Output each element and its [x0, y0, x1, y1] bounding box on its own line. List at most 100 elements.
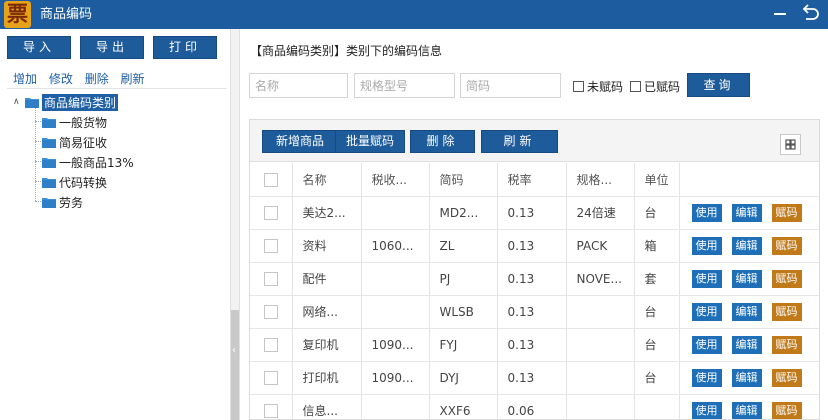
column-header-name[interactable]: 名称: [292, 163, 362, 197]
assigned-checkbox[interactable]: 已赋码: [630, 78, 680, 95]
use-button[interactable]: 使用: [691, 203, 722, 222]
use-button[interactable]: 使用: [691, 401, 722, 419]
checkbox-box[interactable]: [630, 81, 641, 92]
row-select-cell[interactable]: [250, 328, 293, 362]
tree-node-general-goods[interactable]: 一般货物: [42, 113, 107, 131]
assign-code-button[interactable]: 赋码: [771, 368, 802, 387]
assign-code-button[interactable]: 赋码: [771, 302, 802, 321]
tree-node-general-13[interactable]: 一般商品13%: [42, 153, 134, 171]
edit-button[interactable]: 编辑: [731, 236, 762, 255]
tree-node-labor[interactable]: 劳务: [42, 193, 83, 211]
add-goods-button[interactable]: 新增商品: [262, 130, 338, 153]
table-row[interactable]: 美达2... MD2... 0.13 24倍速 台 使用 编辑 赋码: [250, 196, 819, 230]
edit-button[interactable]: 编辑: [731, 302, 762, 321]
cell-shortcode: XXF6: [429, 394, 498, 419]
row-checkbox[interactable]: [263, 403, 278, 418]
select-all-cell[interactable]: [250, 163, 293, 197]
edit-button[interactable]: 编辑: [731, 335, 762, 354]
column-header-tax-code[interactable]: 税收...: [361, 163, 430, 197]
table-row[interactable]: 网络... WLSB 0.13 台 使用 编辑 赋码: [250, 295, 819, 329]
row-select-cell[interactable]: [250, 295, 293, 329]
minimize-icon[interactable]: [774, 13, 786, 15]
refresh-category-link[interactable]: 刷新: [121, 72, 145, 86]
delete-button[interactable]: 删除: [410, 130, 475, 153]
query-button[interactable]: 查询: [687, 73, 750, 97]
row-select-cell[interactable]: [250, 196, 293, 230]
table-row[interactable]: 信息... XXF6 0.06 使用 编辑 赋码: [250, 394, 819, 419]
table-row[interactable]: 复印机 1090... FYJ 0.13 台 使用 编辑 赋码: [250, 328, 819, 362]
tree-node-code-conversion[interactable]: 代码转换: [42, 173, 107, 191]
cell-shortcode: WLSB: [429, 295, 498, 329]
modify-category-link[interactable]: 修改: [49, 72, 73, 86]
row-checkbox[interactable]: [263, 304, 278, 319]
cell-unit: 台: [634, 196, 680, 230]
row-select-cell[interactable]: [250, 229, 293, 263]
select-all-checkbox[interactable]: [263, 172, 278, 187]
assigned-label: 已赋码: [644, 80, 681, 94]
row-checkbox[interactable]: [263, 271, 278, 286]
cell-unit: 箱: [634, 229, 680, 263]
column-header-actions: [679, 163, 819, 197]
tree-node-root[interactable]: ∧ 商品编码类别: [13, 93, 119, 111]
cell-spec: 24倍速: [566, 196, 635, 230]
export-button[interactable]: 导出: [80, 36, 144, 59]
print-button[interactable]: 打印: [153, 36, 217, 59]
row-checkbox[interactable]: [263, 370, 278, 385]
use-button[interactable]: 使用: [691, 236, 722, 255]
tree-node-simple-levy[interactable]: 简易征收: [42, 133, 107, 151]
folder-icon: [42, 137, 56, 148]
edit-button[interactable]: 编辑: [731, 269, 762, 288]
edit-button[interactable]: 编辑: [731, 203, 762, 222]
assign-code-button[interactable]: 赋码: [771, 401, 802, 419]
assign-code-button[interactable]: 赋码: [771, 203, 802, 222]
edit-button[interactable]: 编辑: [731, 401, 762, 419]
cell-tax-code: 1060...: [361, 229, 430, 263]
table-row[interactable]: 打印机 1090... DYJ 0.13 台 使用 编辑 赋码: [250, 361, 819, 395]
refresh-button[interactable]: 刷新: [481, 130, 558, 153]
row-checkbox[interactable]: [263, 238, 278, 253]
edit-button[interactable]: 编辑: [731, 368, 762, 387]
row-checkbox[interactable]: [263, 205, 278, 220]
use-button[interactable]: 使用: [691, 335, 722, 354]
use-button[interactable]: 使用: [691, 269, 722, 288]
column-header-rate[interactable]: 税率: [497, 163, 567, 197]
table-row[interactable]: 资料 1060... ZL 0.13 PACK 箱 使用 编辑 赋码: [250, 229, 819, 263]
folder-icon: [42, 117, 56, 128]
back-icon[interactable]: [798, 3, 822, 25]
assign-code-button[interactable]: 赋码: [771, 269, 802, 288]
unassigned-label: 未赋码: [587, 80, 624, 94]
row-select-cell[interactable]: [250, 394, 293, 419]
splitter-handle[interactable]: [231, 310, 239, 420]
collapse-left-icon[interactable]: ‹: [232, 345, 236, 356]
row-select-cell[interactable]: [250, 361, 293, 395]
folder-icon: [42, 157, 56, 168]
checkbox-box[interactable]: [573, 81, 584, 92]
grid-toolbar: 新增商品 批量赋码 删除 刷新: [250, 120, 819, 162]
unassigned-checkbox[interactable]: 未赋码: [573, 78, 623, 95]
folder-icon: [42, 177, 56, 188]
row-select-cell[interactable]: [250, 262, 293, 296]
shortcode-filter-input[interactable]: [460, 73, 561, 98]
spec-filter-input[interactable]: [354, 73, 455, 98]
column-settings-icon[interactable]: [780, 134, 801, 155]
cell-tax-code: [361, 262, 430, 296]
cell-rate: 0.13: [497, 229, 567, 263]
column-header-spec[interactable]: 规格...: [566, 163, 635, 197]
expand-toggle-icon[interactable]: ∧: [13, 97, 25, 107]
name-filter-input[interactable]: [249, 73, 348, 98]
row-checkbox[interactable]: [263, 337, 278, 352]
assign-code-button[interactable]: 赋码: [771, 236, 802, 255]
add-category-link[interactable]: 增加: [13, 72, 37, 86]
table-row[interactable]: 配件 PJ 0.13 NOVE... 套 使用 编辑 赋码: [250, 262, 819, 296]
delete-category-link[interactable]: 删除: [85, 72, 109, 86]
column-header-unit[interactable]: 单位: [634, 163, 680, 197]
cell-actions: 使用 编辑 赋码: [679, 196, 819, 230]
column-header-shortcode[interactable]: 简码: [429, 163, 498, 197]
cell-actions: 使用 编辑 赋码: [679, 229, 819, 263]
use-button[interactable]: 使用: [691, 302, 722, 321]
batch-assign-button[interactable]: 批量赋码: [335, 130, 405, 153]
assign-code-button[interactable]: 赋码: [771, 335, 802, 354]
use-button[interactable]: 使用: [691, 368, 722, 387]
panel-splitter[interactable]: ‹: [230, 29, 240, 420]
import-button[interactable]: 导入: [7, 36, 71, 59]
